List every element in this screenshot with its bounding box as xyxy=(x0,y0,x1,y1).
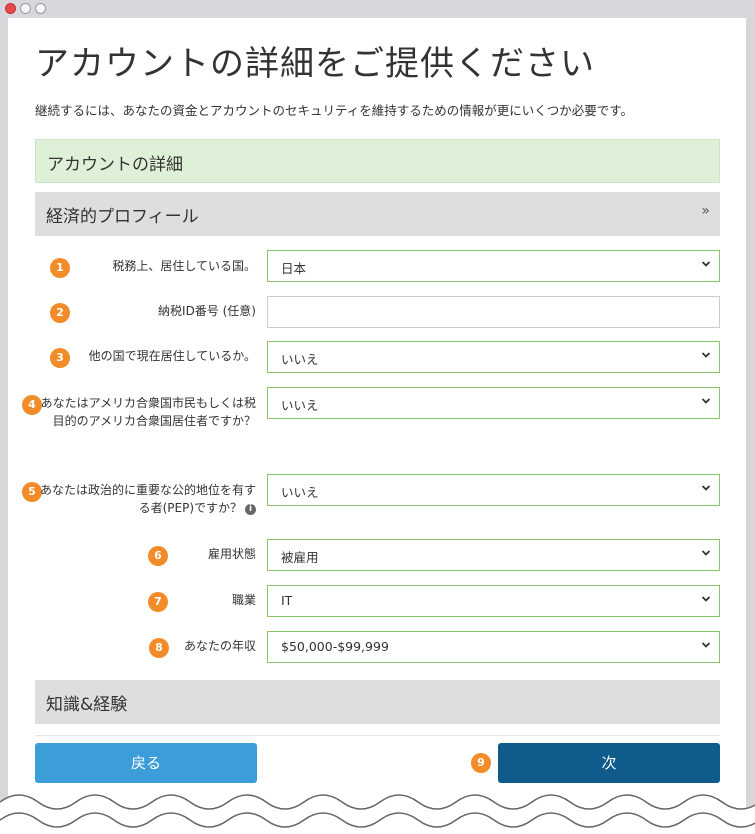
minimize-window-icon[interactable] xyxy=(20,3,31,14)
section-account-details-label: アカウントの詳細 xyxy=(47,155,183,175)
page-title: アカウントの詳細をご提供ください xyxy=(35,44,595,84)
chevron-down-icon xyxy=(701,261,711,267)
next-button[interactable]: 次 xyxy=(498,743,720,783)
chevron-down-icon xyxy=(701,352,711,358)
us-person-select[interactable]: いいえ xyxy=(267,387,720,419)
step-badge-4: 4 xyxy=(22,395,42,415)
occupation-value: IT xyxy=(281,593,293,608)
annual-income-select[interactable]: $50,000-$99,999 xyxy=(267,631,720,663)
annual-income-value: $50,000-$99,999 xyxy=(281,639,389,654)
torn-edge-decoration xyxy=(0,794,755,834)
step-badge-9: 9 xyxy=(471,753,491,773)
other-residence-select[interactable]: いいえ xyxy=(267,341,720,373)
field-label-us-person: あなたはアメリカ合衆国市民もしくは税目的のアメリカ合衆国居住者ですか？ xyxy=(40,396,256,428)
section-knowledge-experience[interactable]: 知識&経験 xyxy=(35,680,720,724)
employment-value: 被雇用 xyxy=(281,550,319,565)
field-label-employment: 雇用状態 xyxy=(207,547,256,561)
us-person-value: いいえ xyxy=(281,398,319,413)
pep-select[interactable]: いいえ xyxy=(267,474,720,506)
chevron-down-icon xyxy=(701,398,711,404)
field-label-pep-text: あなたは政治的に重要な公的地位を有する者(PEP)ですか？ xyxy=(40,483,257,515)
pep-value: いいえ xyxy=(281,485,319,500)
field-label-other-residence: 他の国で現在居住しているか。 xyxy=(88,349,256,363)
close-window-icon[interactable] xyxy=(5,3,16,14)
maximize-window-icon[interactable] xyxy=(35,3,46,14)
chevron-down-icon xyxy=(701,485,711,491)
section-financial-profile-label: 経済的プロフィール xyxy=(46,207,199,227)
tax-country-select[interactable]: 日本 xyxy=(267,250,720,282)
chevron-down-icon xyxy=(701,596,711,602)
field-label-tax-id: 納税ID番号 (任意) xyxy=(158,304,256,318)
field-label-annual-income: あなたの年収 xyxy=(183,639,256,653)
other-residence-value: いいえ xyxy=(281,352,319,367)
section-knowledge-experience-label: 知識&経験 xyxy=(46,695,128,715)
window-titlebar xyxy=(0,0,755,18)
field-label-pep: あなたは政治的に重要な公的地位を有する者(PEP)ですか？ i xyxy=(40,481,256,517)
employment-select[interactable]: 被雇用 xyxy=(267,539,720,571)
field-label-tax-country: 税務上、居住している国。 xyxy=(112,259,256,273)
section-financial-profile[interactable]: 経済的プロフィール » xyxy=(35,192,720,236)
chevron-down-icon xyxy=(701,642,711,648)
double-chevron-down-icon[interactable]: » xyxy=(701,203,710,219)
page-subtitle: 継続するには、あなたの資金とアカウントのセキュリティを維持するための情報が更にい… xyxy=(35,103,634,118)
field-label-occupation: 職業 xyxy=(231,593,256,607)
chevron-down-icon xyxy=(701,550,711,556)
back-button[interactable]: 戻る xyxy=(35,743,257,783)
occupation-select[interactable]: IT xyxy=(267,585,720,617)
tax-id-input[interactable] xyxy=(267,296,720,328)
info-icon[interactable]: i xyxy=(245,504,256,515)
tax-country-value: 日本 xyxy=(281,261,307,276)
step-badge-5: 5 xyxy=(22,482,42,502)
section-account-details[interactable]: アカウントの詳細 xyxy=(35,139,720,183)
divider xyxy=(35,735,720,736)
step-badge-8: 8 xyxy=(149,638,169,658)
